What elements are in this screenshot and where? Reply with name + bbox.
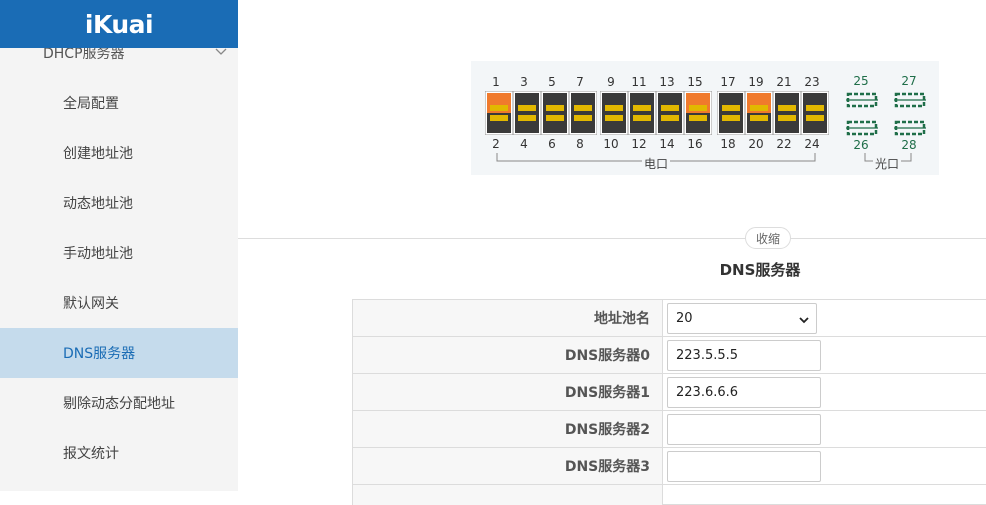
port-number-label: 27 <box>901 74 917 88</box>
field-label: DNS服务器3 <box>353 448 663 484</box>
port-number-label: 19 <box>748 75 764 89</box>
port-number-label: 10 <box>603 137 619 151</box>
form-row-more <box>352 485 986 505</box>
ethernet-port-icon[interactable] <box>684 91 712 135</box>
section-title: DNS服务器 <box>719 261 801 279</box>
sidebar-item-label: 创建地址池 <box>63 146 133 162</box>
port-number-label: 14 <box>659 137 675 151</box>
port-number-label: 26 <box>853 138 869 152</box>
port-number-label: 22 <box>776 137 792 151</box>
port-number-label: 24 <box>804 137 820 151</box>
fiber-port-icon[interactable] <box>894 91 926 109</box>
fiber-port-icon[interactable] <box>846 91 878 109</box>
ethernet-port-icon[interactable] <box>717 91 745 135</box>
field-label: DNS服务器0 <box>353 337 663 373</box>
field-label: DNS服务器2 <box>353 411 663 447</box>
logo: iKuai <box>84 9 154 39</box>
ethernet-port-icon[interactable] <box>485 91 513 135</box>
chevron-down-icon <box>799 317 809 324</box>
ethernet-port-icon[interactable] <box>600 91 628 135</box>
fiber-ports-label: 光口 <box>873 155 902 172</box>
fiber-port-icon[interactable] <box>846 119 878 137</box>
port-number-label: 21 <box>776 75 792 89</box>
ethernet-port-icon[interactable] <box>628 91 656 135</box>
sidebar-item-label: 全局配置 <box>63 96 119 112</box>
port-number-label: 11 <box>631 75 647 89</box>
port-number-label: 2 <box>492 137 500 151</box>
field-label: DNS服务器1 <box>353 374 663 410</box>
form-row-dns0: DNS服务器0 223.5.5.5 <box>352 337 986 374</box>
field-label <box>353 485 663 505</box>
sidebar-item-label: 默认网关 <box>63 296 119 312</box>
port-number-label: 17 <box>720 75 736 89</box>
sidebar-item-label: 动态地址池 <box>63 196 133 212</box>
form-row-pool-name: 地址池名 20 <box>352 300 986 337</box>
port-number-label: 8 <box>576 137 584 151</box>
sidebar: DHCP服务器 全局配置 创建地址池 动态地址池 手动地址池 默认网关 DNS服… <box>0 0 238 491</box>
port-status-panel: 电口 光口 1 2 3 4 5 6 7 8 9 10 11 12 13 14 15 16 17 18 19 20 21 2… <box>471 61 939 175</box>
port-number-label: 9 <box>607 75 615 89</box>
port-number-label: 18 <box>720 137 736 151</box>
field-label: 地址池名 <box>353 300 663 336</box>
port-number-label: 12 <box>631 137 647 151</box>
port-number-label: 16 <box>687 137 703 151</box>
sidebar-item-global-config[interactable]: 全局配置 <box>0 78 238 128</box>
ethernet-port-icon[interactable] <box>773 91 801 135</box>
port-number-label: 4 <box>520 137 528 151</box>
copper-ports-label: 电口 <box>642 155 671 172</box>
form-row-dns1: DNS服务器1 223.6.6.6 <box>352 374 986 411</box>
ethernet-port-icon[interactable] <box>541 91 569 135</box>
sidebar-item-packet-stats[interactable]: 报文统计 <box>0 428 238 478</box>
port-number-label: 13 <box>659 75 675 89</box>
port-number-label: 1 <box>492 75 500 89</box>
port-number-label: 25 <box>853 74 869 88</box>
port-number-label: 3 <box>520 75 528 89</box>
port-number-label: 7 <box>576 75 584 89</box>
sidebar-item-manual-pool[interactable]: 手动地址池 <box>0 228 238 278</box>
port-number-label: 5 <box>548 75 556 89</box>
sidebar-item-label: 剔除动态分配地址 <box>63 396 175 412</box>
dns1-input[interactable]: 223.6.6.6 <box>667 377 821 408</box>
ethernet-port-icon[interactable] <box>569 91 597 135</box>
dns-form: 地址池名 20 DNS服务器0 223.5.5.5 DNS服务器1 223.6.… <box>352 299 986 505</box>
port-number-label: 15 <box>687 75 703 89</box>
pool-name-select[interactable]: 20 <box>667 303 817 334</box>
sidebar-item-label: 手动地址池 <box>63 246 133 262</box>
sidebar-item-label: DNS服务器 <box>63 346 136 362</box>
form-row-dns2: DNS服务器2 <box>352 411 986 448</box>
port-number-label: 23 <box>804 75 820 89</box>
sidebar-item-label: 报文统计 <box>63 446 119 462</box>
ethernet-port-icon[interactable] <box>513 91 541 135</box>
ethernet-port-icon[interactable] <box>745 91 773 135</box>
port-number-label: 28 <box>901 138 917 152</box>
sidebar-item-dynamic-pool[interactable]: 动态地址池 <box>0 178 238 228</box>
collapse-button[interactable]: 收缩 <box>745 227 791 249</box>
dns2-input[interactable] <box>667 414 821 445</box>
pool-name-value: 20 <box>676 311 693 326</box>
form-row-dns3: DNS服务器3 <box>352 448 986 485</box>
ethernet-port-icon[interactable] <box>801 91 829 135</box>
logo-bar: iKuai <box>0 0 238 48</box>
port-number-label: 6 <box>548 137 556 151</box>
port-number-label: 20 <box>748 137 764 151</box>
sidebar-item-dns-server[interactable]: DNS服务器 <box>0 328 238 378</box>
fiber-port-icon[interactable] <box>894 119 926 137</box>
sidebar-item-exclude-address[interactable]: 剔除动态分配地址 <box>0 378 238 428</box>
sidebar-item-create-pool[interactable]: 创建地址池 <box>0 128 238 178</box>
ethernet-port-icon[interactable] <box>656 91 684 135</box>
dns3-input[interactable] <box>667 451 821 482</box>
section-divider <box>238 238 986 239</box>
dns0-input[interactable]: 223.5.5.5 <box>667 340 821 371</box>
sidebar-item-default-gateway[interactable]: 默认网关 <box>0 278 238 328</box>
